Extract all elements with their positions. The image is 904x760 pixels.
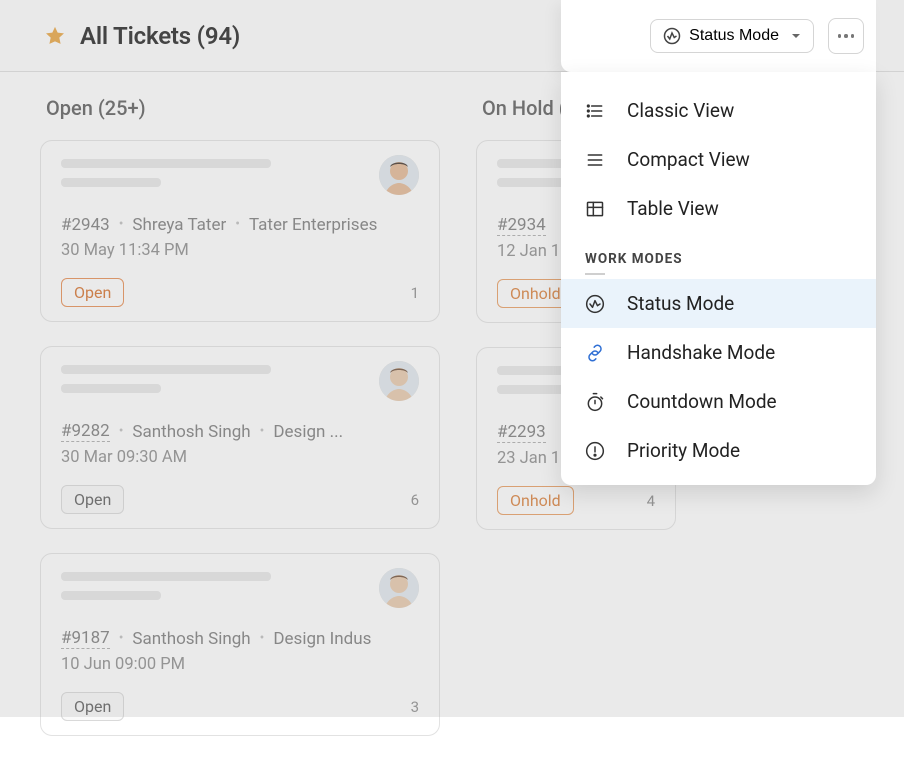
menu-item-priority mode[interactable]: Priority Mode xyxy=(561,426,876,475)
menu-item-handshake mode[interactable]: Handshake Mode xyxy=(561,328,876,377)
view-mode-popover: Status Mode Classic View Compact View Ta… xyxy=(561,0,876,485)
menu-item-label: Status Mode xyxy=(627,292,734,315)
status-mode-label: Status Mode xyxy=(689,27,779,45)
view-menu: Classic View Compact View Table View WOR… xyxy=(561,72,876,485)
menu-item-label: Table View xyxy=(627,197,719,220)
alert-icon xyxy=(585,441,605,461)
list-icon xyxy=(585,101,605,121)
menu-item-classic view[interactable]: Classic View xyxy=(561,86,876,135)
dots-icon xyxy=(838,34,842,38)
menu-item-countdown mode[interactable]: Countdown Mode xyxy=(561,377,876,426)
menu-section-header: WORK MODES xyxy=(561,233,876,279)
menu-item-label: Countdown Mode xyxy=(627,390,777,413)
menu-item-table view[interactable]: Table View xyxy=(561,184,876,233)
stopwatch-icon xyxy=(585,392,605,412)
status-mode-button[interactable]: Status Mode xyxy=(650,19,814,53)
menu-item-label: Handshake Mode xyxy=(627,341,775,364)
chevron-down-icon xyxy=(791,31,801,41)
link-icon xyxy=(585,343,605,363)
menu-item-compact view[interactable]: Compact View xyxy=(561,135,876,184)
activity-icon xyxy=(585,294,605,314)
lines-icon xyxy=(585,150,605,170)
menu-item-label: Priority Mode xyxy=(627,439,740,462)
more-options-button[interactable] xyxy=(828,18,864,54)
menu-item-status mode[interactable]: Status Mode xyxy=(561,279,876,328)
menu-item-label: Compact View xyxy=(627,148,750,171)
activity-icon xyxy=(663,27,681,45)
popover-header: Status Mode xyxy=(561,0,876,72)
menu-item-label: Classic View xyxy=(627,99,734,122)
table-icon xyxy=(585,199,605,219)
